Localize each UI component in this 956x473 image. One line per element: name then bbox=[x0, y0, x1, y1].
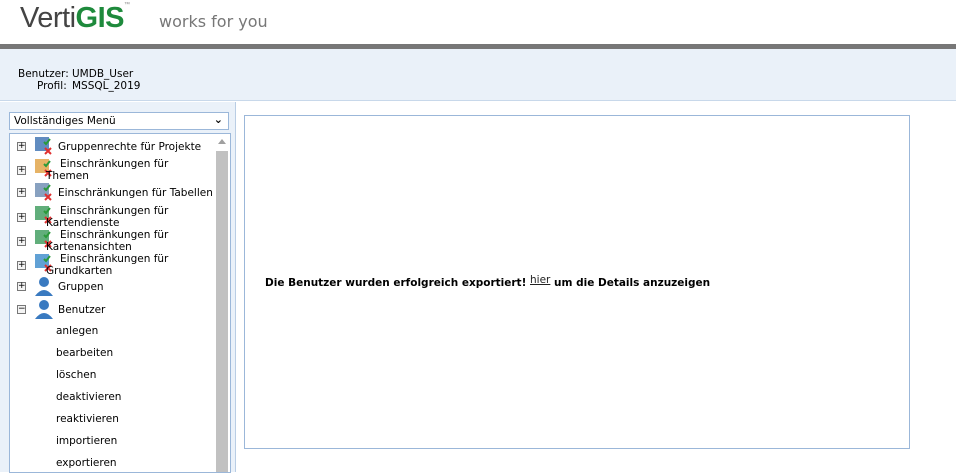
expand-icon[interactable]: + bbox=[17, 166, 26, 175]
user-action-6[interactable]: exportieren bbox=[56, 457, 117, 469]
menu-tree: + Gruppenrechte für Projekte + Einschränkun… bbox=[9, 133, 231, 473]
scrollbar-thumb[interactable] bbox=[216, 151, 228, 472]
tree-node-label: Einschränkungen für bbox=[60, 205, 169, 217]
user-value: UMDB_User bbox=[72, 68, 134, 80]
profile-value: MSSQL_2019 bbox=[72, 80, 141, 92]
tree-node[interactable]: + Gruppen bbox=[10, 276, 215, 298]
tree-node[interactable]: + Einschränkungen für Kartenansichten bbox=[10, 229, 215, 253]
tree-node-label: Einschränkungen für bbox=[60, 253, 169, 265]
user-action-2[interactable]: löschen bbox=[56, 369, 96, 381]
expand-icon[interactable]: + bbox=[17, 142, 26, 151]
header: VertiGIS™ works for you bbox=[0, 0, 956, 44]
tree-node-label: Einschränkungen für bbox=[60, 229, 169, 241]
scrollbar[interactable] bbox=[215, 135, 229, 472]
export-success-message: Die Benutzer wurden erfolgreich exportie… bbox=[265, 274, 711, 289]
user-label: Benutzer: bbox=[18, 68, 69, 80]
logo-text-gis: GIS bbox=[75, 2, 125, 34]
user-icon bbox=[33, 299, 55, 319]
user-action-4[interactable]: reaktivieren bbox=[56, 413, 119, 425]
expand-icon[interactable]: + bbox=[17, 237, 26, 246]
expand-icon[interactable]: + bbox=[17, 282, 26, 291]
message-text: Die Benutzer wurden erfolgreich exportie… bbox=[265, 277, 531, 289]
tree-node[interactable]: + Gruppenrechte für Projekte bbox=[10, 136, 215, 158]
tree-node[interactable]: − Benutzer bbox=[10, 299, 215, 321]
table-restrictions-icon bbox=[33, 182, 55, 202]
menu-select-value: Vollständiges Menü bbox=[14, 115, 116, 127]
logo-tm: ™ bbox=[124, 2, 130, 8]
user-action-5[interactable]: importieren bbox=[56, 435, 117, 447]
tree-node-label-2: Kartendienste bbox=[46, 217, 120, 229]
user-action-0[interactable]: anlegen bbox=[56, 325, 98, 337]
chevron-down-icon: ⌄ bbox=[213, 113, 223, 126]
tree-node-label-2: Kartenansichten bbox=[46, 241, 132, 253]
tree-node[interactable]: + Einschränkungen für Tabellen bbox=[10, 182, 215, 204]
sidebar: Vollständiges Menü ⌄ + Gruppenrechte für P… bbox=[0, 102, 236, 473]
tree-node-label-2: Themen bbox=[46, 170, 89, 182]
user-info-bar: Benutzer: UMDB_User Profil: MSSQL_2019 bbox=[0, 49, 956, 101]
details-link[interactable]: hier bbox=[530, 274, 550, 286]
groups-icon bbox=[33, 276, 55, 296]
profile-label: Profil: bbox=[37, 80, 67, 92]
content-panel: Die Benutzer wurden erfolgreich exportie… bbox=[244, 115, 910, 449]
tree-node-label: Gruppenrechte für Projekte bbox=[58, 141, 202, 153]
tree-node[interactable]: + Einschränkungen für Themen bbox=[10, 158, 215, 182]
project-group-rights-icon bbox=[33, 136, 55, 156]
message-text-after: um die Details anzuzeigen bbox=[550, 277, 711, 289]
scroll-up-icon[interactable] bbox=[218, 139, 226, 144]
expand-icon[interactable]: + bbox=[17, 213, 26, 222]
user-action-1[interactable]: bearbeiten bbox=[56, 347, 113, 359]
slogan: works for you bbox=[159, 12, 268, 31]
tree-node[interactable]: + Einschränkungen für Kartendienste bbox=[10, 205, 215, 229]
tree-node[interactable]: + Einschränkungen für Grundkarten bbox=[10, 253, 215, 277]
tree-node-label: Einschränkungen für Tabellen bbox=[58, 187, 213, 199]
expand-icon[interactable]: + bbox=[17, 261, 26, 270]
vertigis-logo: VertiGIS™ bbox=[20, 2, 130, 35]
tree-node-label: Gruppen bbox=[58, 281, 104, 293]
tree-node-label: Einschränkungen für bbox=[60, 158, 169, 170]
logo-text: Verti bbox=[20, 2, 76, 34]
user-action-3[interactable]: deaktivieren bbox=[56, 391, 121, 403]
menu-select[interactable]: Vollständiges Menü ⌄ bbox=[9, 112, 229, 130]
tree-node-label: Benutzer bbox=[58, 304, 106, 316]
expand-icon[interactable]: + bbox=[17, 188, 26, 197]
collapse-icon[interactable]: − bbox=[17, 305, 26, 314]
